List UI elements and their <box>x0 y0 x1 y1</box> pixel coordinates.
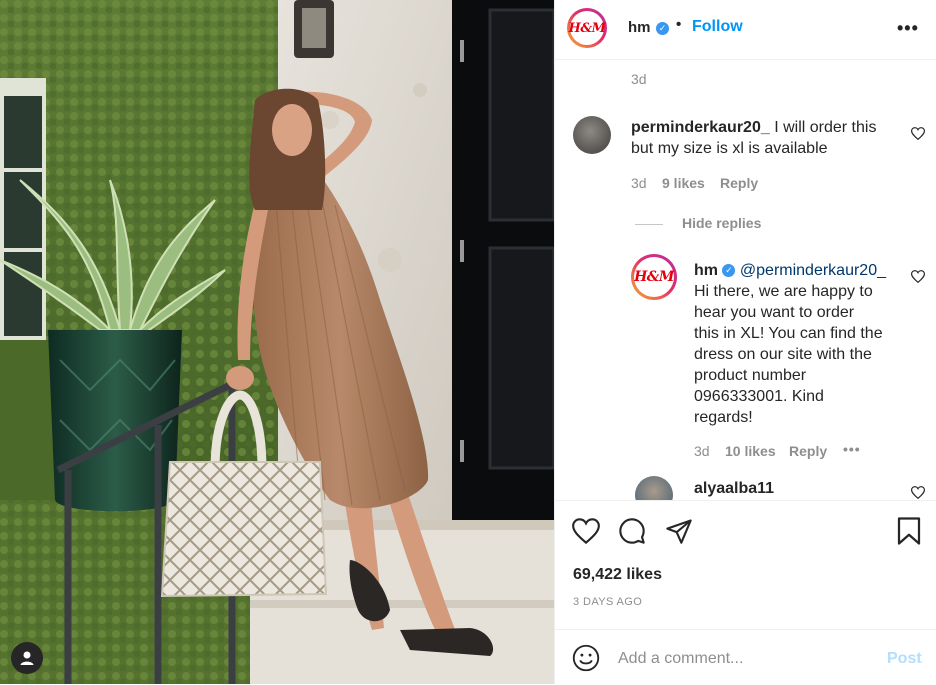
share-icon[interactable] <box>665 517 693 545</box>
more-options-icon[interactable]: ••• <box>897 18 919 39</box>
hm-logo-text: H&M <box>568 20 606 36</box>
post-actions: 69,422 likes 3 DAYS AGO Add a comment...… <box>555 500 936 684</box>
reply-line: hear you want to order <box>694 304 855 321</box>
header-separator: • <box>676 16 682 33</box>
comment-likes[interactable]: 9 likes <box>662 175 705 191</box>
comment-text-line1: I will order this <box>774 119 877 136</box>
reply-line: Hi there, we are happy to <box>694 283 873 300</box>
post-comment-button[interactable]: Post <box>887 650 922 668</box>
comment-reply-button[interactable]: Reply <box>720 175 758 191</box>
hm-logo: H&M <box>568 11 606 45</box>
reply-likes[interactable]: 10 likes <box>725 443 776 459</box>
hide-replies-line <box>635 224 663 225</box>
story-ring: H&M <box>567 8 607 48</box>
user-tag-icon <box>20 651 34 665</box>
comment-text-line2: but my size is xl is available <box>631 140 828 157</box>
emoji-icon[interactable] <box>572 644 600 672</box>
reply-verified-badge-icon: ✓ <box>722 264 736 278</box>
reply-story-ring: H&M <box>631 254 677 300</box>
comment-body: perminderkaur20_ I will order this but m… <box>631 117 901 159</box>
reply-like-heart-icon[interactable] <box>911 270 925 283</box>
commenter-avatar[interactable] <box>635 476 673 500</box>
reply-mention[interactable]: @perminderkaur20_ <box>740 262 886 279</box>
comments-list[interactable]: 3d perminderkaur20_ I will order this bu… <box>555 60 936 500</box>
account-username[interactable]: hm <box>628 19 651 36</box>
reply-username[interactable]: hm <box>694 262 718 279</box>
post-sidebar: H&M hm ✓ • Follow ••• 3d perminderkaur20… <box>554 0 936 684</box>
comment-input[interactable]: Add a comment... <box>618 650 743 668</box>
post-date: 3 DAYS AGO <box>573 596 643 608</box>
reply-hm-logo-text: H&M <box>634 269 674 285</box>
likes-count[interactable]: 69,422 likes <box>573 566 662 584</box>
reply-hm-logo: H&M <box>634 257 674 297</box>
reply-line: dress on our site with the <box>694 346 872 363</box>
comment-username[interactable]: alyaalba11 <box>694 478 774 499</box>
comment-like-heart-icon[interactable] <box>911 127 925 140</box>
like-heart-icon[interactable] <box>572 518 600 544</box>
add-comment-bar: Add a comment... Post <box>555 629 936 685</box>
account-avatar[interactable]: H&M <box>567 8 607 48</box>
user-tag-button[interactable] <box>11 642 43 674</box>
reply-line: product number <box>694 367 807 384</box>
reply-avatar[interactable]: H&M <box>631 254 677 300</box>
comment-icon[interactable] <box>618 517 646 545</box>
reply-more-icon[interactable]: ••• <box>843 441 861 457</box>
reply-line: regards! <box>694 409 753 426</box>
follow-button[interactable]: Follow <box>692 18 743 36</box>
reply-line: 0966333001. Kind <box>694 388 824 405</box>
comment-username[interactable]: perminderkaur20_ <box>631 119 770 136</box>
reply-reply-button[interactable]: Reply <box>789 443 827 459</box>
hide-replies-button[interactable]: Hide replies <box>682 215 761 231</box>
commenter-avatar[interactable] <box>573 116 611 154</box>
comment-like-heart-icon[interactable] <box>911 486 925 499</box>
comment-age: 3d <box>631 175 647 191</box>
verified-badge-icon: ✓ <box>656 22 669 35</box>
caption-age: 3d <box>631 71 647 87</box>
photo-illustration <box>0 0 554 684</box>
bookmark-icon[interactable] <box>896 516 922 546</box>
reply-line: this in XL! You can find the <box>694 325 883 342</box>
post-header: H&M hm ✓ • Follow ••• <box>555 0 936 60</box>
post-photo[interactable] <box>0 0 554 684</box>
reply-body: hm ✓ @perminderkaur20_ Hi there, we are … <box>694 260 904 428</box>
reply-age: 3d <box>694 443 710 459</box>
